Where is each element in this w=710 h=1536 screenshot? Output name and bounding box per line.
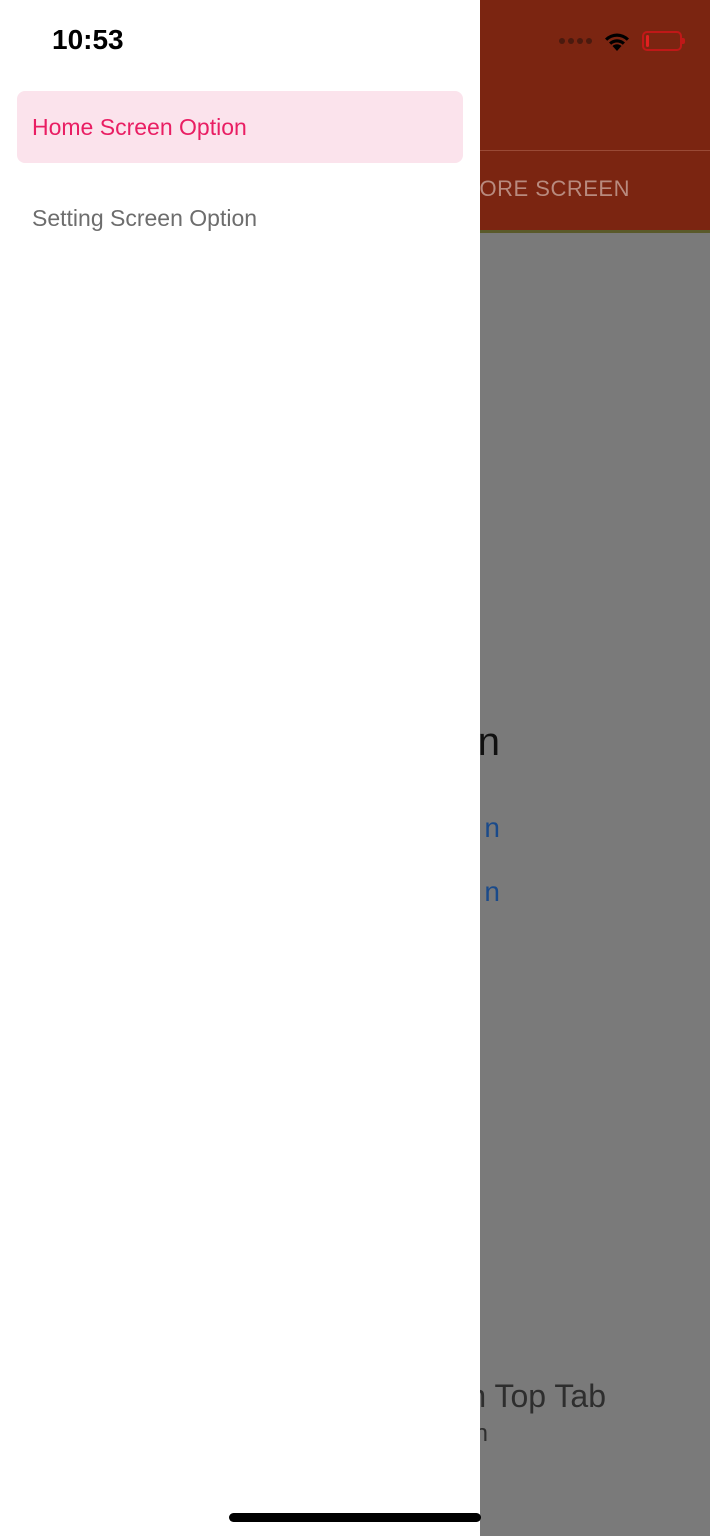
battery-low-icon [642, 31, 685, 51]
wifi-icon [602, 30, 632, 52]
home-indicator[interactable] [229, 1513, 481, 1522]
battery-level-fill [646, 35, 649, 47]
status-time: 10:53 [52, 24, 124, 55]
drawer-item-home-screen[interactable]: Home Screen Option [17, 91, 463, 163]
status-icons [559, 30, 685, 52]
drawer-item-label: Setting Screen Option [32, 204, 258, 231]
navigation-drawer: 10:53 Home Screen Option Setting Screen … [0, 0, 480, 1536]
drawer-item-setting-screen[interactable]: Setting Screen Option [17, 182, 463, 254]
drawer-item-label: Home Screen Option [32, 113, 247, 140]
phone-screen: LORE SCREEN n n n n Top Tab n 10:53 Home… [0, 0, 710, 1536]
signal-dots-icon [559, 38, 592, 44]
